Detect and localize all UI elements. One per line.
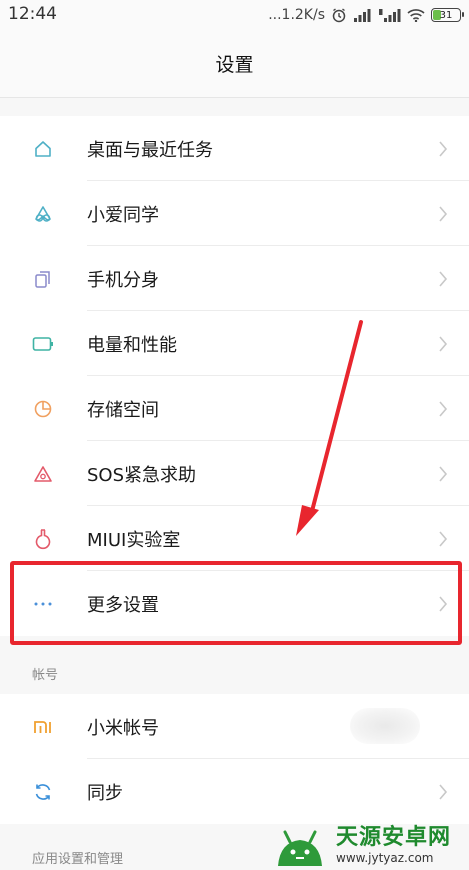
settings-item-battery[interactable]: 电量和性能	[0, 311, 469, 376]
settings-item-label: 存储空间	[87, 399, 159, 421]
sync-icon	[32, 781, 54, 803]
settings-item-desktop[interactable]: 桌面与最近任务	[0, 116, 469, 181]
settings-item-more[interactable]: 更多设置	[0, 571, 469, 636]
battery-icon: 31	[431, 8, 464, 22]
settings-item-label: 小爱同学	[87, 204, 159, 226]
title-bar: 设置	[0, 30, 469, 98]
alarm-icon	[331, 7, 347, 23]
settings-item-label: MIUI实验室	[87, 529, 181, 551]
chevron-right-icon	[439, 465, 448, 482]
section-header-apps: 应用设置和管理	[32, 852, 124, 867]
chevron-right-icon	[439, 335, 448, 352]
chevron-right-icon	[439, 140, 448, 157]
home-icon	[32, 138, 54, 160]
mi-logo-icon	[32, 716, 54, 738]
status-bar: 12:44 ...1.2K/s 31	[0, 0, 469, 30]
watermark: 天源安卓网 www.jytyaz.com	[270, 820, 469, 870]
battery-level: 31	[439, 9, 453, 21]
settings-item-label: 手机分身	[87, 269, 159, 291]
settings-item-dual-app[interactable]: 手机分身	[0, 246, 469, 311]
more-dots-icon	[32, 593, 54, 615]
watermark-title: 天源安卓网	[336, 825, 452, 850]
chevron-right-icon	[439, 400, 448, 417]
battery-icon	[32, 333, 54, 355]
settings-item-miui-lab[interactable]: MIUI实验室	[0, 506, 469, 571]
settings-item-label: 更多设置	[87, 594, 159, 616]
settings-item-label: SOS紧急求助	[87, 464, 197, 486]
watermark-url: www.jytyaz.com	[336, 851, 434, 865]
settings-main-group: 桌面与最近任务 小爱同学 手机分身 电量和性能 存储空间 SOS紧急求助 MIU…	[0, 116, 469, 636]
chevron-right-icon	[439, 270, 448, 287]
chevron-right-icon	[439, 783, 448, 800]
settings-item-sync[interactable]: 同步	[0, 759, 469, 824]
android-logo-icon	[270, 820, 330, 870]
chevron-right-icon	[439, 205, 448, 222]
settings-item-label: 电量和性能	[87, 334, 177, 356]
settings-item-xiaoai[interactable]: 小爱同学	[0, 181, 469, 246]
avatar	[350, 708, 420, 744]
settings-item-sos[interactable]: SOS紧急求助	[0, 441, 469, 506]
signal-icon	[353, 8, 373, 22]
flask-icon	[32, 528, 54, 550]
sos-warning-icon	[32, 463, 54, 485]
status-icons: ...1.2K/s 31	[268, 5, 464, 25]
xiaoai-icon	[32, 203, 54, 225]
settings-item-label: 小米帐号	[87, 717, 159, 739]
settings-item-mi-account[interactable]: 小米帐号	[0, 694, 469, 759]
wifi-icon	[407, 8, 425, 22]
dual-phone-icon	[32, 268, 54, 290]
status-time: 12:44	[8, 4, 57, 24]
settings-item-label: 同步	[87, 782, 123, 804]
page-title: 设置	[215, 54, 254, 76]
net-speed: ...1.2K/s	[268, 7, 325, 23]
section-header-account: 帐号	[32, 668, 59, 683]
chevron-right-icon	[439, 595, 448, 612]
settings-item-storage[interactable]: 存储空间	[0, 376, 469, 441]
settings-item-label: 桌面与最近任务	[87, 139, 213, 161]
storage-pie-icon	[32, 398, 54, 420]
settings-account-group: 小米帐号 同步	[0, 694, 469, 824]
chevron-right-icon	[439, 530, 448, 547]
signal-hd-icon	[379, 8, 401, 22]
